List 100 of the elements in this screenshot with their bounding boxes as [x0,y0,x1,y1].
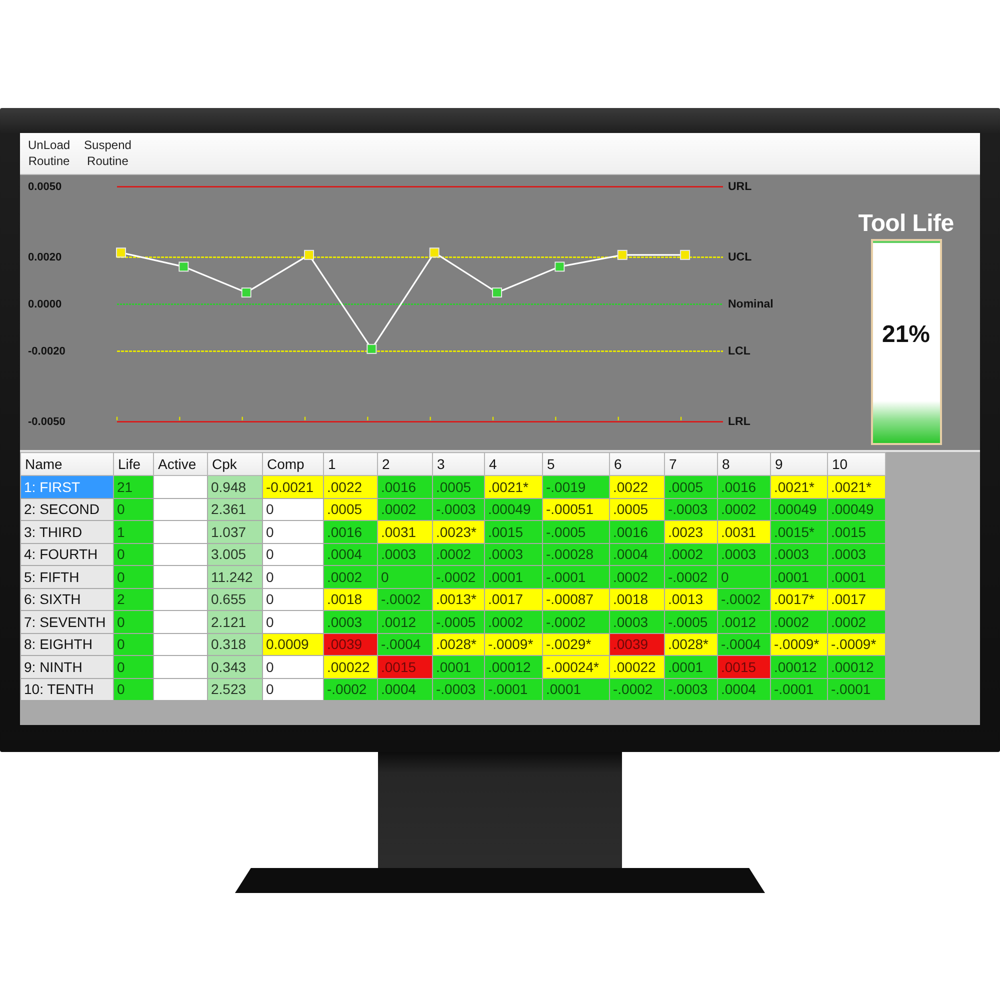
name-cell[interactable]: 5: FIFTH [20,566,114,588]
y-axis-label: -0.0020 [28,345,66,358]
cpk-cell: 3.005 [208,543,262,566]
name-cell[interactable]: 7: SEVENTH [20,610,114,633]
reading-cell: -.0009* [770,633,828,656]
x-axis-tick [618,416,619,420]
comp-cell: 0 [262,520,324,543]
reading-cell: .0016 [378,476,432,498]
reading-cell: .0001 [542,678,610,700]
reading-cell: .0039 [324,633,378,656]
y-axis-label: -0.0050 [28,416,66,428]
reading-cell: -.0005 [432,610,484,633]
cpk-cell: 0.948 [208,476,262,498]
reading-cell: -.0003 [432,498,484,520]
life-cell: 0 [114,633,154,656]
reading-cell: .0031 [378,520,432,543]
comp-cell: 0 [262,588,324,610]
reading-cell: .0013* [432,588,484,610]
x-axis-tick [116,416,118,420]
reading-cell: -.0004 [718,633,770,656]
reading-cell: -.0002 [542,610,610,633]
column-header: 4 [484,452,542,476]
reference-line-label: LRL [728,416,750,428]
x-axis-tick [430,416,431,420]
x-axis-tick [555,416,556,420]
name-cell[interactable]: 3: THIRD [20,520,114,543]
data-point [617,250,628,260]
reading-cell: .0021* [828,476,886,498]
reading-cell: .0003 [718,543,770,566]
reading-cell: 0 [378,566,432,588]
reading-cell: -.0005 [664,610,718,633]
reading-cell: -.0002 [432,566,484,588]
reading-cell: .0005 [432,476,484,498]
cpk-cell: 2.361 [208,498,262,520]
data-point [680,250,690,260]
reading-cell: -.0002 [324,678,378,700]
column-header: 6 [610,452,664,476]
reading-cell: .00022 [324,656,378,678]
life-cell: 0 [114,498,154,520]
reading-cell: .0002 [828,610,886,633]
comp-cell: 0 [262,543,324,566]
reading-cell: -.0009* [828,633,886,656]
comp-cell: 0 [262,610,324,633]
reading-cell: .0002 [718,498,770,520]
reading-cell: -.00024* [542,656,610,678]
toolbar-button[interactable]: UnLoad Routine [24,136,74,170]
reading-cell: -.0002 [378,588,432,610]
name-cell[interactable]: 9: NINTH [20,656,114,678]
reading-cell: .0017 [828,588,886,610]
life-cell: 1 [114,520,154,543]
reading-cell: .0021* [484,476,542,498]
name-cell[interactable]: 6: SIXTH [20,588,114,610]
reading-cell: .0015 [828,520,886,543]
reading-cell: .0002 [664,543,718,566]
reference-line-label: Nominal [728,298,774,310]
comp-cell: 0 [262,566,324,588]
reading-cell: .0015 [718,656,770,678]
column-header: 7 [664,452,718,476]
column-header: 5 [542,452,610,476]
reading-cell: .0004 [324,543,378,566]
reading-cell: .00049 [484,498,542,520]
reading-cell: .0017 [484,588,542,610]
column-header: 1 [324,452,378,476]
reading-cell: -.0029* [542,633,610,656]
reading-cell: .0015 [378,656,432,678]
x-axis-tick [179,416,180,420]
name-cell[interactable]: 2: SECOND [20,498,114,520]
reference-line-label: UCL [728,251,752,264]
reading-cell: .0013 [664,588,718,610]
comp-cell: 0.0009 [262,633,324,656]
tool-life-reading: 21% [880,321,932,349]
name-cell[interactable]: 10: TENTH [20,678,114,700]
reading-cell: .0023* [432,520,484,543]
cpk-cell: 1.037 [208,520,262,543]
life-cell: 2 [114,588,154,610]
column-header: 9 [770,452,828,476]
reading-cell: .0001 [484,566,542,588]
name-cell[interactable]: 8: EIGHTH [20,633,114,656]
reading-cell: -.0004 [378,633,432,656]
name-cell[interactable]: 4: FOURTH [20,543,114,566]
reading-cell: -.00087 [542,588,610,610]
reading-cell: .0018 [610,588,664,610]
y-axis-label: 0.0020 [28,251,62,264]
reading-cell: .0001 [432,656,484,678]
reading-cell: .0005 [664,476,718,498]
reading-cell: 0 [718,566,770,588]
reference-line-label: LCL [728,345,750,358]
column-header: 3 [432,452,484,476]
comp-cell: 0 [262,678,324,700]
reading-cell: .00012 [828,656,886,678]
y-axis-label: 0.0050 [28,180,62,193]
reading-cell: .0003 [828,543,886,566]
reading-cell: .0003 [378,543,432,566]
column-header: Name [20,452,114,476]
reading-cell: -.0003 [664,678,718,700]
reading-cell: .0001 [828,566,886,588]
toolbar-button[interactable]: Suspend Routine [80,136,136,170]
reading-cell: .0023 [664,520,718,543]
reading-cell: .0001 [664,656,718,678]
data-point [116,248,126,258]
